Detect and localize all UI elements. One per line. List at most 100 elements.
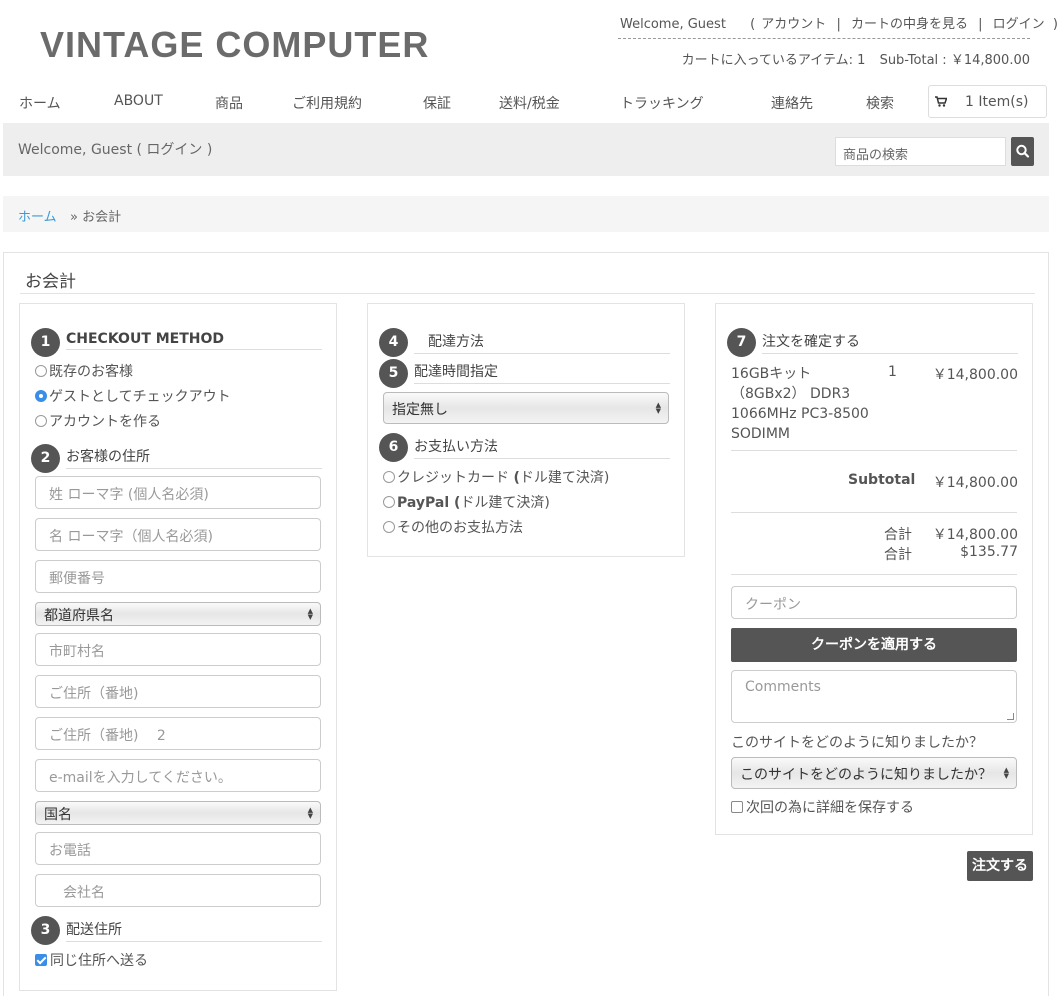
method-guest[interactable]: ゲストとしてチェックアウト — [35, 386, 231, 406]
paypal-note: ドル建て決済) — [460, 495, 550, 511]
select-arrows-icon: ▲ ▼ — [655, 401, 661, 415]
checkout-method-heading: CHECKOUT METHOD — [66, 331, 322, 350]
breadcrumb: ホーム » お会計 — [3, 196, 1049, 232]
same-address-label: 同じ住所へ送る — [50, 953, 148, 969]
same-address-option[interactable]: 同じ住所へ送る — [35, 950, 148, 970]
nav-products[interactable]: 商品 — [215, 93, 243, 113]
comments-placeholder: Comments — [745, 679, 821, 695]
links-close: ) — [1052, 17, 1058, 32]
credit-note: ドル建て決済) — [519, 470, 610, 486]
site-logo[interactable]: VINTAGE COMPUTER — [40, 24, 429, 66]
payment-paypal[interactable]: PayPal (ドル建て決済) — [383, 492, 550, 512]
subtotal-value: ￥14,800.00 — [950, 53, 1030, 68]
subtotal-label: Sub-Total : — [879, 53, 947, 68]
delivery-time-value: 指定無し — [392, 402, 448, 418]
country-select[interactable]: 国名 ▲ ▼ — [35, 801, 321, 825]
shipping-address-heading: 配送住所 — [66, 919, 322, 942]
welcome-search-bar: Welcome, Guest ( ログイン ) 商品の検索 — [3, 123, 1049, 176]
breadcrumb-home[interactable]: ホーム — [18, 206, 57, 225]
title-divider — [20, 293, 1035, 294]
step-4-badge: 4 — [379, 328, 408, 357]
item-name: 16GBキット（8GBx2） DDR3 1066MHz PC3-8500 SOD… — [731, 366, 869, 442]
pipe-1: | — [836, 17, 841, 32]
method-existing[interactable]: 既存のお客様 — [35, 361, 133, 381]
item-price: ￥14,800.00 — [932, 367, 1018, 383]
main-nav: ホーム ABOUT 商品 ご利用規約 保証 送料/税金 トラッキング 連絡先 検… — [0, 84, 1062, 122]
login-link[interactable]: ログイン — [993, 17, 1045, 32]
nav-contact[interactable]: 連絡先 — [771, 93, 813, 113]
comments-field[interactable]: Comments — [731, 670, 1017, 723]
payment-other[interactable]: その他のお支払方法 — [383, 517, 523, 537]
product-search-input[interactable]: 商品の検索 — [835, 137, 1006, 166]
subtotal-label: Subtotal — [848, 472, 916, 488]
method-create-account[interactable]: アカウントを作る — [35, 411, 161, 431]
delivery-column: 4 配達方法 5 配達時間指定 指定無し ▲ ▼ 6 お支払い方法 クレジットカード… — [367, 303, 685, 557]
delivery-time-heading: 配達時間指定 — [414, 361, 670, 384]
page-title: お会計 — [25, 272, 76, 292]
method-guest-label: ゲストとしてチェックアウト — [49, 389, 231, 405]
cart-items-count: 1 — [857, 53, 866, 68]
save-details-checkbox[interactable] — [731, 801, 743, 813]
nav-home[interactable]: ホーム — [19, 93, 61, 113]
payment-credit[interactable]: クレジットカード (ドル建て決済) — [383, 467, 609, 487]
delivery-method-heading: 配達方法 — [414, 331, 670, 354]
cart-button[interactable]: 1 Item(s) — [928, 85, 1047, 118]
source-question: このサイトをどのように知りましたか？ — [731, 735, 983, 751]
radio-guest[interactable] — [35, 390, 47, 402]
address1-field[interactable]: ご住所（番地) — [35, 675, 321, 708]
search-button[interactable] — [1011, 137, 1034, 166]
view-cart-link[interactable]: カートの中身を見る — [851, 17, 968, 32]
nav-tracking[interactable]: トラッキング — [620, 93, 704, 113]
radio-existing[interactable] — [35, 365, 47, 377]
method-create-label: アカウントを作る — [49, 414, 161, 430]
nav-about[interactable]: ABOUT — [114, 93, 163, 109]
divider — [731, 450, 1017, 451]
radio-credit[interactable] — [383, 471, 395, 483]
company-field[interactable]: 会社名 — [35, 874, 321, 907]
other-label: その他のお支払方法 — [397, 520, 523, 536]
resize-handle-icon[interactable] — [1007, 713, 1014, 720]
firstname-field[interactable]: 名 ローマ字（個人名必須) — [35, 518, 321, 551]
nav-terms[interactable]: ご利用規約 — [292, 93, 362, 113]
city-field[interactable]: 市町村名 — [35, 633, 321, 666]
prefecture-select[interactable]: 都道府県名 ▲ ▼ — [35, 602, 321, 626]
radio-create-account[interactable] — [35, 415, 47, 427]
delivery-time-select[interactable]: 指定無し ▲ ▼ — [383, 392, 669, 424]
prefecture-value: 都道府県名 — [44, 608, 114, 624]
checkout-panel: お会計 1 CHECKOUT METHOD 既存のお客様 ゲストとしてチェックア… — [3, 252, 1049, 996]
subtotal-value: ￥14,800.00 — [932, 475, 1018, 491]
breadcrumb-current: » お会計 — [70, 210, 122, 225]
address-heading: お客様の住所 — [66, 446, 322, 469]
pipe-2: | — [978, 17, 983, 32]
links-open: ( — [750, 17, 756, 32]
customer-column: 1 CHECKOUT METHOD 既存のお客様 ゲストとしてチェックアウト ア… — [19, 303, 337, 991]
lastname-field[interactable]: 姓 ローマ字 (個人名必須) — [35, 476, 321, 509]
coupon-field[interactable]: クーポン — [731, 586, 1017, 619]
phone-field[interactable]: お電話 — [35, 832, 321, 865]
postal-field[interactable]: 郵便番号 — [35, 560, 321, 593]
country-value: 国名 — [44, 807, 72, 823]
select-arrows-icon: ▲ ▼ — [307, 607, 313, 621]
nav-shipping[interactable]: 送料/税金 — [499, 93, 560, 113]
divider — [731, 574, 1017, 575]
same-address-checkbox[interactable] — [35, 954, 47, 966]
confirm-order-heading: 注文を確定する — [762, 331, 1018, 354]
account-link[interactable]: アカウント — [761, 17, 826, 32]
select-arrows-icon: ▲ ▼ — [307, 806, 313, 820]
radio-paypal[interactable] — [383, 496, 395, 508]
source-select[interactable]: このサイトをどのように知りましたか？ ▲ ▼ — [731, 757, 1017, 789]
step-1-badge: 1 — [31, 328, 60, 357]
address2-field[interactable]: ご住所（番地) 2 — [35, 717, 321, 750]
radio-other[interactable] — [383, 521, 395, 533]
place-order-button[interactable]: 注文する — [967, 851, 1033, 881]
credit-label: クレジットカード — [397, 470, 514, 486]
save-details-option[interactable]: 次回の為に詳細を保存する — [731, 797, 914, 817]
method-existing-label: 既存のお客様 — [49, 364, 133, 380]
apply-coupon-button[interactable]: クーポンを適用する — [731, 628, 1017, 662]
top-links: Welcome, Guest ( アカウント | カートの中身を見る | ログイ… — [618, 13, 1058, 68]
nav-search[interactable]: 検索 — [866, 93, 894, 113]
email-field[interactable]: e-mailを入力してください。 — [35, 759, 321, 792]
select-arrows-icon: ▲ ▼ — [1003, 766, 1009, 780]
nav-warranty[interactable]: 保証 — [423, 93, 451, 113]
bar-welcome-text[interactable]: Welcome, Guest ( ログイン ) — [18, 139, 212, 159]
